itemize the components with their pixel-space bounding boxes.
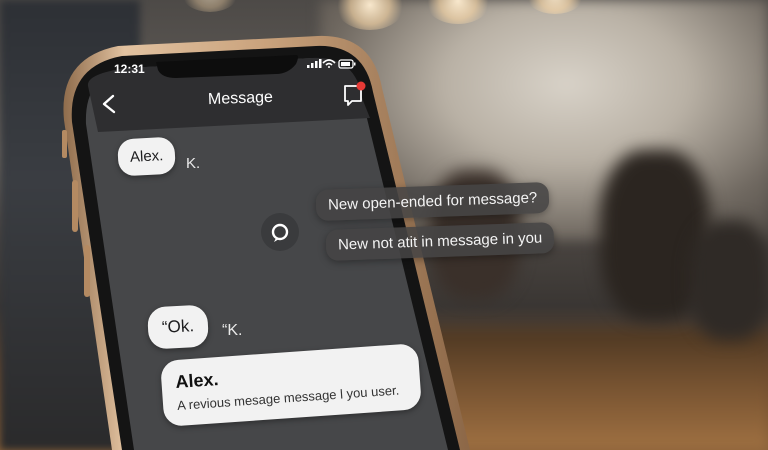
volume-button: [84, 245, 90, 297]
volume-button: [62, 130, 67, 158]
message-bubble[interactable]: “Ok.: [146, 304, 210, 350]
message-trailing-text: K.: [186, 155, 201, 172]
status-time: 12:31: [114, 62, 145, 76]
message-trailing-text: “K.: [222, 322, 243, 339]
header-title: Message: [207, 88, 274, 109]
notification-dot: [356, 81, 366, 91]
message-bubble[interactable]: Alex.: [117, 136, 177, 177]
photo-scene: 12:31 Message Alex. K. New open-ended fo…: [0, 0, 768, 450]
volume-button: [72, 180, 78, 232]
chat-action-icon[interactable]: [261, 213, 299, 251]
preview-sender: Alex.: [174, 369, 220, 393]
